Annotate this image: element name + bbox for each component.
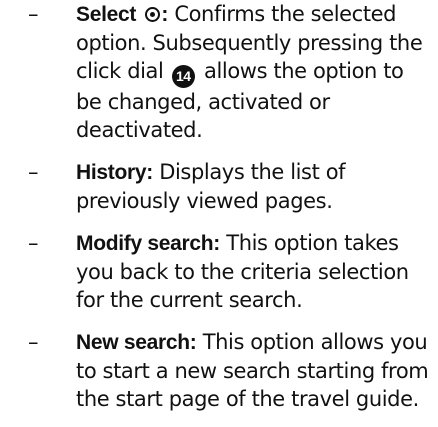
- term-new-search: New search:: [76, 331, 197, 354]
- radio-selected-icon: [145, 7, 161, 22]
- option-description-list: – Select : Confirms the selected option.…: [0, 0, 438, 427]
- term-modify-search: Modify search:: [76, 232, 220, 255]
- click-dial-number-badge: 14: [171, 65, 195, 88]
- list-item-history: – History: Displays the list of previous…: [0, 158, 438, 215]
- term-select: Select: [76, 3, 137, 26]
- list-item-new-search: – New search: This option allows you to …: [0, 328, 438, 413]
- bullet-dash: –: [28, 160, 39, 184]
- list-item-select: – Select : Confirms the selected option.…: [0, 0, 438, 144]
- bullet-dash: –: [28, 231, 39, 255]
- term-history: History:: [76, 161, 153, 184]
- bullet-dash: –: [28, 2, 39, 26]
- bullet-dash: –: [28, 330, 39, 354]
- list-item-modify-search: – Modify search: This option takes you b…: [0, 229, 438, 314]
